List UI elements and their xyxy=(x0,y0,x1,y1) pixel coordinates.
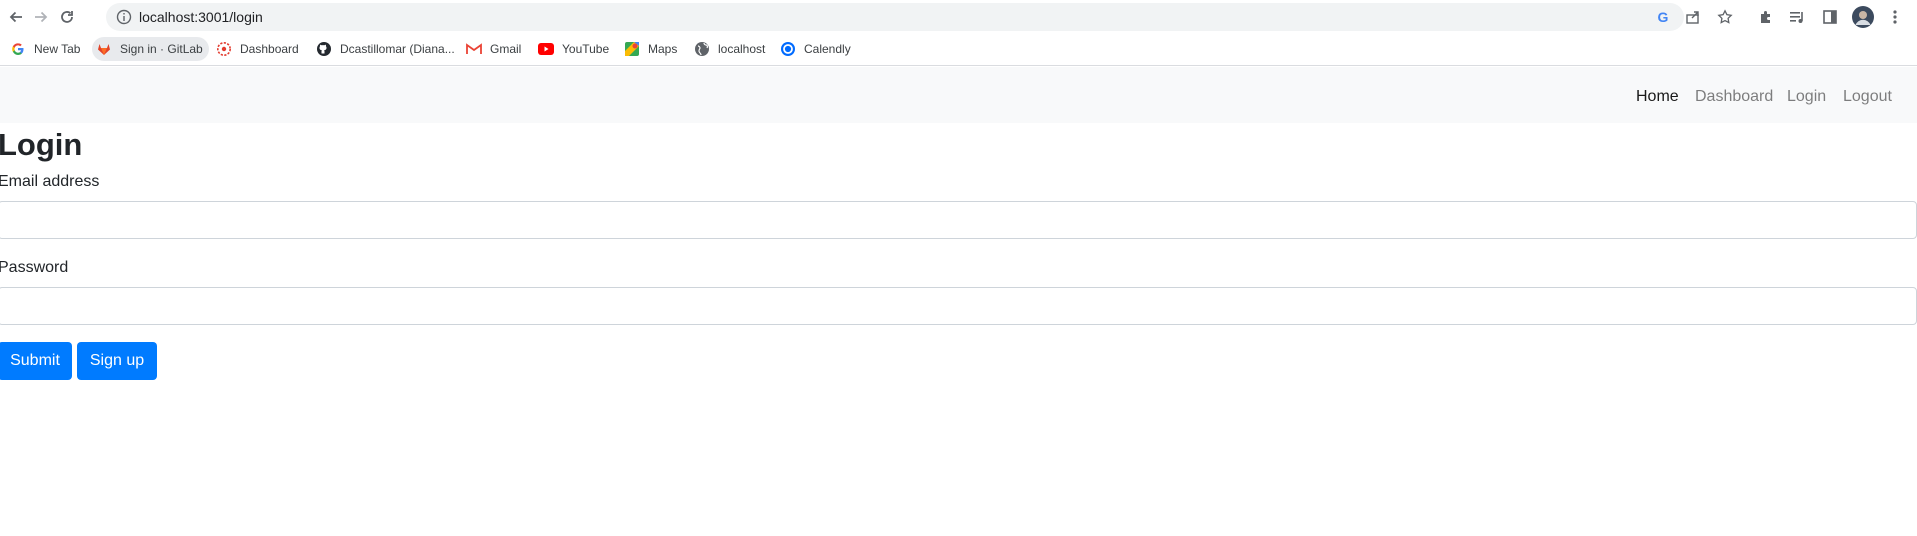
extensions-puzzle-icon[interactable] xyxy=(1755,6,1777,28)
bookmark-dashboard[interactable]: Dashboard xyxy=(212,37,305,61)
bookmark-calendly[interactable]: Calendly xyxy=(776,37,857,61)
bookmarks-bar: New Tab Sign in · GitLab Dashboard Dcast… xyxy=(0,34,1917,66)
bookmark-youtube[interactable]: YouTube xyxy=(534,37,615,61)
bookmark-label: Dcastillomar (Diana... xyxy=(340,42,455,56)
reload-icon[interactable] xyxy=(55,5,79,29)
page-title: Login xyxy=(0,127,83,162)
nav-link-login[interactable]: Login xyxy=(1787,87,1826,107)
google-translate-icon[interactable]: G xyxy=(1654,8,1672,26)
bookmark-maps[interactable]: Maps xyxy=(620,37,683,61)
bookmark-gitlab[interactable]: Sign in · GitLab xyxy=(92,37,209,61)
bookmark-label: Sign in · GitLab xyxy=(120,42,203,56)
forward-arrow-icon[interactable] xyxy=(29,5,53,29)
gitlab-icon xyxy=(96,41,112,57)
password-label: Password xyxy=(0,259,69,276)
password-input[interactable] xyxy=(0,287,1917,325)
side-panel-icon[interactable] xyxy=(1819,6,1841,28)
sign-up-button[interactable]: Sign up xyxy=(77,342,157,380)
media-queue-icon[interactable] xyxy=(1787,6,1809,28)
bookmark-label: localhost xyxy=(718,42,766,56)
nav-link-home[interactable]: Home xyxy=(1636,87,1679,107)
bookmark-label: YouTube xyxy=(562,42,610,56)
bookmark-label: Calendly xyxy=(804,42,851,56)
gmail-icon xyxy=(466,41,482,57)
globe-icon xyxy=(694,41,710,57)
bookmark-label: Dashboard xyxy=(240,42,299,56)
bookmark-label: Gmail xyxy=(490,42,522,56)
nav-link-dashboard[interactable]: Dashboard xyxy=(1695,87,1773,107)
submit-button[interactable]: Submit xyxy=(0,342,72,380)
calendly-icon xyxy=(780,41,796,57)
address-url[interactable]: localhost:3001/login xyxy=(139,9,263,25)
app-navbar: Home Dashboard Login Logout xyxy=(0,67,1917,123)
bookmark-label: Maps xyxy=(648,42,678,56)
email-input[interactable] xyxy=(0,201,1917,239)
maps-icon xyxy=(624,41,640,57)
bookmark-localhost[interactable]: localhost xyxy=(690,37,771,61)
browser-toolbar: localhost:3001/login G xyxy=(0,0,1917,34)
bookmark-github[interactable]: Dcastillomar (Diana... xyxy=(312,37,461,61)
back-arrow-icon[interactable] xyxy=(4,5,28,29)
youtube-icon xyxy=(538,41,554,57)
bookmark-new-tab[interactable]: New Tab xyxy=(6,37,86,61)
nav-link-logout[interactable]: Logout xyxy=(1843,87,1892,107)
more-menu-icon[interactable] xyxy=(1884,6,1906,28)
dashboard-icon xyxy=(216,41,232,57)
google-icon xyxy=(10,41,26,57)
share-icon[interactable] xyxy=(1684,8,1702,26)
bookmark-star-icon[interactable] xyxy=(1716,8,1734,26)
address-bar[interactable]: localhost:3001/login G xyxy=(106,3,1733,31)
profile-avatar[interactable] xyxy=(1852,6,1874,28)
bookmark-gmail[interactable]: Gmail xyxy=(462,37,527,61)
site-info-icon[interactable] xyxy=(116,9,132,25)
email-label: Email address xyxy=(0,173,100,190)
bookmark-label: New Tab xyxy=(34,42,81,56)
github-icon xyxy=(316,41,332,57)
